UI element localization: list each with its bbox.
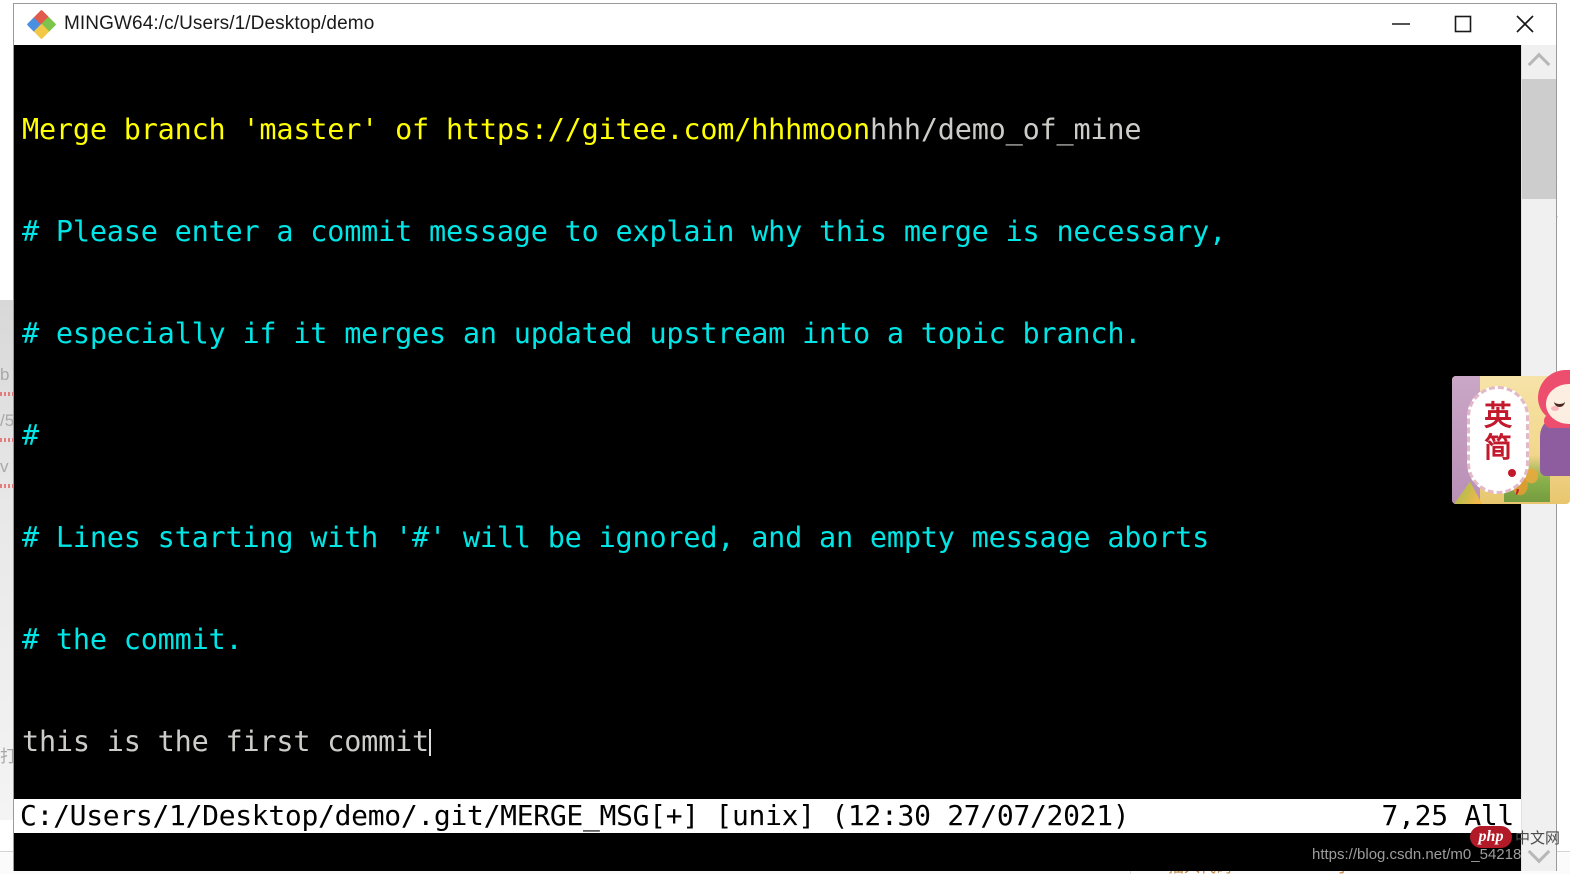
mingw64-terminal-window: MINGW64:/c/Users/1/Desktop/demo Merge br… bbox=[14, 4, 1556, 871]
title-bar: MINGW64:/c/Users/1/Desktop/demo bbox=[14, 4, 1556, 45]
maximize-icon bbox=[1454, 15, 1472, 33]
scrollbar-thumb[interactable] bbox=[1522, 79, 1556, 199]
scroll-up-button[interactable] bbox=[1522, 45, 1556, 79]
scroll-up-icon bbox=[1527, 52, 1551, 76]
csdn-watermark-url: https://blog.csdn.net/m0_54218 bbox=[1312, 846, 1522, 863]
ime-mode-english[interactable]: 英 bbox=[1470, 401, 1526, 431]
vim-status-line: C:/Users/1/Desktop/demo/.git/MERGE_MSG[+… bbox=[14, 799, 1522, 833]
spellcheck-squiggle-icon bbox=[0, 484, 14, 488]
mascot-cheek bbox=[1551, 406, 1559, 411]
maximize-button[interactable] bbox=[1432, 4, 1494, 44]
background-left-line: b bbox=[0, 365, 10, 384]
vim-line: this is the first commit bbox=[22, 725, 1522, 759]
vim-text-segment: # especially if it merges an updated ups… bbox=[22, 317, 1142, 350]
php-cn-label: 中文网 bbox=[1515, 828, 1561, 847]
php-watermark: php 中文网 bbox=[1470, 826, 1560, 848]
background-left-line: 打 bbox=[0, 747, 14, 766]
vim-text-segment: # Lines starting with '#' will be ignore… bbox=[22, 521, 1210, 554]
background-left-line: /5 bbox=[0, 411, 14, 430]
vim-text-area[interactable]: Merge branch 'master' of https://gitee.c… bbox=[14, 45, 1522, 799]
window-title: MINGW64:/c/Users/1/Desktop/demo bbox=[64, 13, 375, 34]
vim-line: # bbox=[22, 419, 1522, 453]
background-left-strip: b /5 v 打 bbox=[0, 300, 14, 820]
vim-command-line: -- INSERT -- bbox=[14, 833, 1522, 871]
close-icon bbox=[1516, 15, 1534, 33]
vim-line: # especially if it merges an updated ups… bbox=[22, 317, 1522, 351]
minimize-icon bbox=[1392, 23, 1410, 25]
vim-text-segment: this is the first commit bbox=[22, 725, 430, 758]
vim-line: Merge branch 'master' of https://gitee.c… bbox=[22, 113, 1522, 147]
vim-line: # Please enter a commit message to expla… bbox=[22, 215, 1522, 249]
spellcheck-squiggle-icon bbox=[0, 392, 14, 396]
text-cursor bbox=[429, 729, 432, 756]
vim-text-segment: # bbox=[22, 419, 39, 452]
screen-root: b /5 v 打 采 讨 插入代码 小 Ctrl / ⌘ + Shift bbox=[0, 0, 1570, 874]
status-file-info: C:/Users/1/Desktop/demo/.git/MERGE_MSG[+… bbox=[20, 799, 1130, 832]
ime-mode-simplified[interactable]: 简 bbox=[1470, 433, 1526, 463]
vim-text-segment: hhh/demo_of_mine bbox=[869, 113, 1142, 146]
vim-text-segment: # Please enter a commit message to expla… bbox=[22, 215, 1227, 248]
background-left-line: v bbox=[0, 457, 9, 476]
ime-punct-comma-icon: , bbox=[1514, 473, 1521, 498]
php-logo-icon: php bbox=[1470, 826, 1512, 848]
vim-text-segment: Merge branch 'master' of https://gitee.c… bbox=[22, 113, 870, 146]
vim-text-segment: # the commit. bbox=[22, 623, 243, 656]
ime-mascot-avatar[interactable] bbox=[1534, 368, 1570, 478]
close-button[interactable] bbox=[1494, 4, 1556, 44]
mingw-diamond-icon bbox=[26, 9, 57, 40]
spellcheck-squiggle-icon bbox=[0, 438, 14, 442]
window-controls bbox=[1370, 4, 1556, 44]
vim-line: # the commit. bbox=[22, 623, 1522, 657]
ime-mode-chip[interactable]: 英 简 , bbox=[1467, 386, 1529, 498]
terminal-body[interactable]: Merge branch 'master' of https://gitee.c… bbox=[14, 45, 1556, 871]
vim-line: # Lines starting with '#' will be ignore… bbox=[22, 521, 1522, 555]
minimize-button[interactable] bbox=[1370, 4, 1432, 44]
